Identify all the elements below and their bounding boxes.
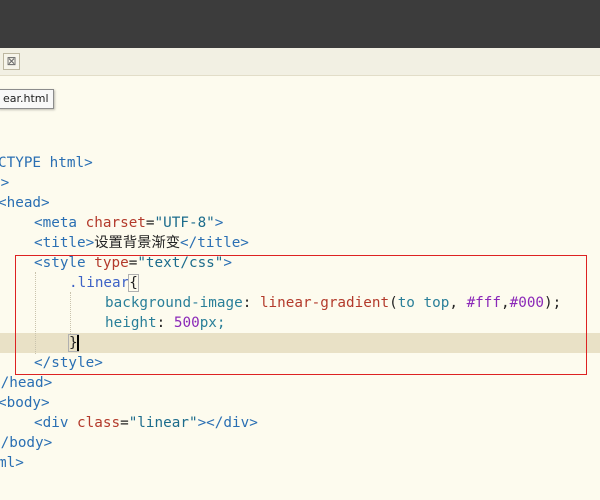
statement-end: );: [544, 295, 562, 311]
tag-close: >: [214, 215, 224, 231]
html-tag-fragment: l>: [0, 175, 10, 191]
comma: ,: [449, 295, 467, 311]
code-line-6: <style type="text/css">: [34, 253, 232, 273]
body-close-tag: </body>: [0, 435, 53, 451]
tab-filename-tooltip: ear.html: [0, 89, 54, 109]
code-line-12: </head>: [0, 373, 52, 393]
code-editor[interactable]: CTYPE html> l> <head> <meta charset="UTF…: [0, 76, 600, 500]
css-property: background-image: [105, 295, 243, 311]
numeric-value: 500: [173, 315, 200, 331]
indent-guide: [35, 272, 36, 354]
css-selector: .linear: [69, 275, 130, 291]
html-close-fragment: ml>: [0, 455, 24, 471]
colon: :: [242, 295, 260, 311]
css-keyword: to: [397, 295, 415, 311]
code-line-9: height: 500px;: [105, 313, 226, 333]
title-close-tag: </title>: [180, 235, 249, 251]
color-value: #000: [509, 295, 545, 311]
attr-name: type: [94, 255, 129, 271]
code-line-4: <meta charset="UTF-8">: [34, 213, 223, 233]
style-open-tag: <style: [34, 255, 95, 271]
head-close-tag: </head>: [0, 375, 53, 391]
code-line-2: l>: [0, 173, 9, 193]
code-line-5: <title>设置背景渐变</title>: [34, 233, 249, 253]
title-open-tag: <title>: [34, 235, 95, 251]
open-paren: (: [389, 295, 398, 311]
div-close-tag: ></div>: [197, 415, 258, 431]
code-line-7: .linear{: [69, 273, 139, 293]
doctype-text: CTYPE html>: [0, 155, 93, 171]
open-brace: {: [128, 274, 139, 292]
div-open-tag: <div: [34, 415, 78, 431]
css-keyword: top: [423, 295, 450, 311]
title-text: 设置背景渐变: [94, 235, 181, 251]
body-open-tag: <body>: [0, 395, 50, 411]
code-line-1: CTYPE html>: [0, 153, 93, 173]
code-line-14: <div class="linear"></div>: [34, 413, 258, 433]
attr-value: "linear": [128, 415, 198, 431]
attr-value: "text/css": [137, 255, 224, 271]
indent-guide: [70, 292, 71, 334]
equals-sign: =: [145, 215, 155, 231]
attr-value: "UTF-8": [154, 215, 215, 231]
tab-close-icon[interactable]: ⊠: [3, 53, 20, 70]
attr-name: class: [77, 415, 121, 431]
code-line-15: </body>: [0, 433, 52, 453]
meta-tag-open: <meta: [34, 215, 86, 231]
colon: :: [156, 315, 174, 331]
comma: ,: [501, 295, 510, 311]
attr-name: charset: [85, 215, 146, 231]
css-property: height: [105, 315, 157, 331]
unit: px;: [199, 315, 226, 331]
tab-strip: [0, 48, 600, 76]
tag-close: >: [223, 255, 232, 271]
title-bar: [0, 0, 600, 48]
head-open-tag: <head>: [0, 195, 50, 211]
style-close-tag: </style>: [34, 355, 103, 371]
color-value: #fff: [466, 295, 501, 311]
code-line-8: background-image: linear-gradient(to top…: [105, 293, 561, 313]
text-cursor: [77, 335, 79, 351]
css-function: linear-gradient: [259, 295, 390, 311]
equals-sign: =: [120, 415, 129, 431]
code-line-13: <body>: [0, 393, 50, 413]
code-line-16: ml>: [0, 453, 24, 473]
code-line-11: </style>: [34, 353, 103, 373]
code-line-3: <head>: [0, 193, 50, 213]
